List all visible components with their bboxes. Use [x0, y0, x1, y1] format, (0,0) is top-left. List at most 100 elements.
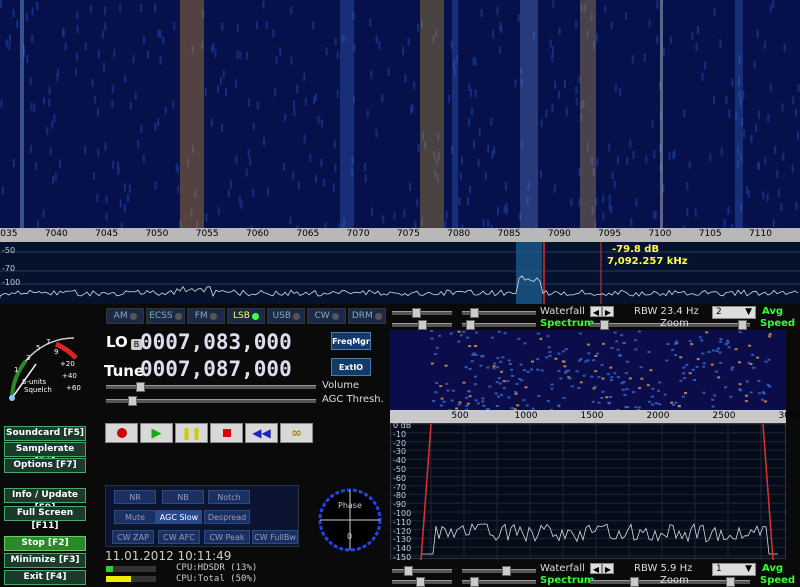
af-rbw-left-icon[interactable]: ◀: [590, 563, 602, 574]
rf-spectrum-slider-2[interactable]: [462, 320, 536, 330]
af-waterfall-slider-2[interactable]: [462, 566, 536, 576]
mode-button-ecss[interactable]: ECSS: [146, 308, 185, 324]
dsp-button-despread[interactable]: Despread: [204, 510, 250, 524]
agc-thumb[interactable]: [128, 396, 137, 406]
af-db-label: -140: [393, 544, 412, 554]
frequency-scale[interactable]: 7035 7040 7045 7050 7055 7060 7065 7070 7075 7080…: [0, 228, 800, 242]
af-waterfall-canvas[interactable]: [390, 330, 786, 412]
af-spectrum-label: Spectrum: [540, 575, 595, 586]
squelch-label[interactable]: Squelch: [24, 386, 52, 394]
af-avg-select[interactable]: 1 ▼: [712, 563, 756, 576]
mode-button-lsb[interactable]: LSB: [226, 308, 266, 324]
af-avg-label: Avg: [762, 563, 784, 574]
mode-button-drm[interactable]: DRM: [347, 308, 386, 324]
loop-button[interactable]: ∞: [280, 423, 313, 443]
af-db-label: -100: [393, 509, 412, 518]
rbw-left-icon[interactable]: ◀: [590, 306, 602, 317]
af-db-label: -150: [393, 553, 412, 562]
dsp-button-cw-fullbw[interactable]: CW FullBw: [252, 530, 298, 544]
af-db-label: -80: [393, 491, 407, 501]
dsp-button-agc-slow[interactable]: AGC Slow: [156, 510, 202, 524]
side-button-7[interactable]: Exit [F4]: [4, 570, 86, 585]
af-rbw-stepper[interactable]: ◀ ▶: [590, 563, 614, 575]
mode-button-am[interactable]: AM: [106, 308, 145, 324]
cpu-total: CPU:Total (50%): [176, 574, 258, 584]
af-db-label: -30: [393, 447, 407, 457]
dsp-button-nb[interactable]: NB: [162, 490, 204, 504]
rf-waterfall-slider-2[interactable]: [462, 308, 536, 318]
mode-indicator-icon: [374, 312, 382, 320]
waterfall-canvas[interactable]: [0, 0, 800, 228]
lo-display[interactable]: LO B: [106, 333, 142, 351]
freqmgr-button[interactable]: FreqMgr: [331, 332, 371, 350]
main-waterfall[interactable]: [0, 0, 800, 228]
rewind-button[interactable]: ◀◀: [245, 423, 278, 443]
chevron-down-icon: ▼: [745, 564, 752, 574]
tune-display: Tune: [104, 362, 144, 380]
side-button-5[interactable]: Stop [F2]: [4, 536, 86, 551]
af-waterfall-slider-1[interactable]: [392, 566, 452, 576]
pause-button[interactable]: ❚❚: [175, 423, 208, 443]
side-button-1[interactable]: Samplerate [F6]: [4, 442, 86, 467]
af-spectrum[interactable]: 0 dB -10 -20 -30 -40 -50 -60 -70 -80 -90 -100 -110-…: [390, 421, 787, 562]
frequency-tick: 7045: [95, 229, 119, 239]
speed-label: Speed: [760, 318, 796, 329]
af-rbw-right-icon[interactable]: ▶: [602, 563, 614, 574]
s-units-label: S-units: [22, 378, 47, 386]
frequency-tick: 7080: [447, 229, 471, 239]
dsp-button-mute[interactable]: Mute: [114, 510, 156, 524]
af-waterfall[interactable]: [390, 330, 786, 412]
mode-indicator-icon: [331, 312, 339, 320]
af-spectrum-slider-1[interactable]: [392, 577, 452, 587]
volume-thumb[interactable]: [136, 382, 145, 392]
loop-icon: ∞: [291, 425, 302, 441]
rbw-stepper[interactable]: ◀ ▶: [590, 306, 614, 318]
af-spectrum-canvas[interactable]: [391, 423, 787, 561]
cpu-hdsdr: CPU:HDSDR (13%): [176, 563, 258, 573]
lo-frequency[interactable]: 0007,083,000: [140, 330, 292, 354]
cpu-hdsdr-bar: [106, 566, 156, 572]
af-filter-low: [420, 423, 432, 561]
spectrum-canvas[interactable]: [0, 242, 800, 304]
af-frequency-tick: 2000: [646, 411, 670, 421]
side-button-4[interactable]: Full Screen [F11]: [4, 506, 86, 531]
extio-button[interactable]: ExtIO: [331, 358, 371, 376]
cursor-frequency: 7,092.257 kHz: [607, 256, 688, 267]
play-button[interactable]: ▶: [140, 423, 173, 443]
mode-button-cw[interactable]: CW: [307, 308, 346, 324]
dsp-button-notch[interactable]: Notch: [208, 490, 250, 504]
mode-button-usb[interactable]: USB: [267, 308, 306, 324]
side-button-3[interactable]: Info / Update [F9]: [4, 488, 86, 513]
rf-spectrum-slider-1[interactable]: [392, 320, 452, 330]
volume-slider[interactable]: [106, 382, 316, 392]
record-button[interactable]: [105, 423, 138, 443]
avg-select[interactable]: 2 ▼: [712, 306, 756, 319]
tune-frequency[interactable]: 0007,087,000: [140, 357, 292, 381]
side-button-2[interactable]: Options [F7]: [4, 458, 86, 473]
rbw-right-icon[interactable]: ▶: [602, 306, 614, 317]
rf-waterfall-slider-1[interactable]: [392, 308, 452, 318]
af-db-label: -50: [393, 465, 407, 474]
rf-spectrum[interactable]: -50 -70 -100 -79.8 dB 7,092.257 kHz: [0, 242, 800, 304]
agc-threshold-slider[interactable]: [106, 396, 316, 406]
af-db-label: -90: [393, 500, 407, 510]
frequency-tick: 7040: [44, 229, 68, 239]
chevron-down-icon: ▼: [745, 307, 752, 317]
phase-label: Phase: [338, 501, 362, 510]
af-spectrum-slider-2[interactable]: [462, 577, 536, 587]
side-button-0[interactable]: Soundcard [F5]: [4, 426, 86, 441]
stop-playback-button[interactable]: [210, 423, 243, 443]
dsp-button-cw-afc[interactable]: CW AFC: [158, 530, 200, 544]
af-frequency-scale[interactable]: 500 1000 1500 2000 2500 3000: [390, 410, 800, 423]
af-frequency-tick: 1000: [514, 411, 538, 421]
side-button-6[interactable]: Minimize [F3]: [4, 553, 86, 568]
frequency-tick: 7110: [749, 229, 772, 239]
dsp-button-cw-peak[interactable]: CW Peak: [204, 530, 250, 544]
dsp-button-cw-zap[interactable]: CW ZAP: [112, 530, 154, 544]
rf-waterfall-label: Waterfall: [540, 306, 585, 317]
volume-label: Volume: [322, 380, 360, 391]
af-frequency-tick: 3000: [778, 411, 800, 421]
dsp-button-nr[interactable]: NR: [114, 490, 156, 504]
transport-bar: ▶ ❚❚ ◀◀ ∞: [105, 423, 313, 443]
mode-button-fm[interactable]: FM: [186, 308, 225, 324]
